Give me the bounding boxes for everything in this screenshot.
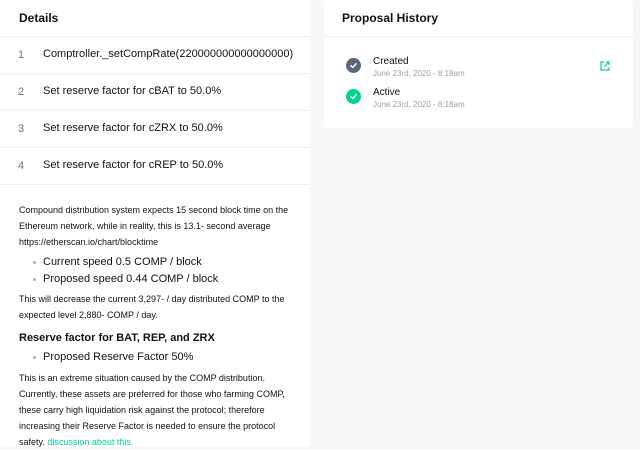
action-row-4: 4 Set reserve factor for cREP to 50.0% bbox=[0, 148, 310, 185]
details-title: Details bbox=[19, 11, 59, 25]
check-icon bbox=[346, 89, 361, 104]
action-text: Set reserve factor for cREP to 50.0% bbox=[43, 159, 224, 171]
description-paragraph: This is an extreme situation caused by t… bbox=[19, 370, 299, 450]
details-card: Details 1 Comptroller._setCompRate(22000… bbox=[0, 0, 310, 447]
action-text: Set reserve factor for cZRX to 50.0% bbox=[43, 122, 223, 134]
action-row-1: 1 Comptroller._setCompRate(2200000000000… bbox=[0, 37, 310, 74]
history-title: Proposal History bbox=[342, 11, 439, 25]
action-text: Comptroller._setCompRate(220000000000000… bbox=[43, 48, 294, 60]
history-step-created: Created June 23rd, 2020 - 8:18am bbox=[346, 56, 616, 86]
description-text: This is an extreme situation caused by t… bbox=[19, 373, 285, 447]
step-date: June 23rd, 2020 - 8:18am bbox=[373, 100, 465, 109]
step-label: Active bbox=[373, 87, 401, 98]
action-number: 3 bbox=[18, 123, 25, 135]
discussion-link[interactable]: discussion about this. bbox=[47, 437, 133, 447]
divider bbox=[324, 36, 633, 37]
action-number: 4 bbox=[18, 160, 25, 172]
action-number: 1 bbox=[18, 49, 25, 61]
history-step-active: Active June 23rd, 2020 - 8:18am bbox=[346, 87, 616, 117]
description-subheading: Reserve factor for BAT, REP, and ZRX bbox=[19, 332, 215, 344]
description-paragraph: This will decrease the current 3,297- / … bbox=[19, 294, 285, 320]
action-text: Set reserve factor for cBAT to 50.0% bbox=[43, 85, 222, 97]
speed-list: Current speed 0.5 COMP / block Proposed … bbox=[19, 254, 299, 288]
step-date: June 23rd, 2020 - 8:18am bbox=[373, 69, 465, 78]
action-number: 2 bbox=[18, 86, 25, 98]
external-link-icon[interactable] bbox=[599, 60, 611, 72]
divider bbox=[0, 184, 310, 185]
list-item: Current speed 0.5 COMP / block bbox=[19, 254, 299, 271]
list-item: Proposed Reserve Factor 50% bbox=[19, 349, 299, 366]
list-item: Proposed speed 0.44 COMP / block bbox=[19, 271, 299, 288]
action-row-3: 3 Set reserve factor for cZRX to 50.0% bbox=[0, 111, 310, 148]
reserve-list: Proposed Reserve Factor 50% bbox=[19, 349, 299, 366]
action-row-2: 2 Set reserve factor for cBAT to 50.0% bbox=[0, 74, 310, 111]
check-icon bbox=[346, 58, 361, 73]
step-label: Created bbox=[373, 56, 409, 67]
proposal-description: Compound distribution system expects 15 … bbox=[19, 202, 299, 450]
proposal-history-card: Proposal History Created June 23rd, 2020… bbox=[324, 0, 633, 128]
description-paragraph: Compound distribution system expects 15 … bbox=[19, 205, 289, 247]
